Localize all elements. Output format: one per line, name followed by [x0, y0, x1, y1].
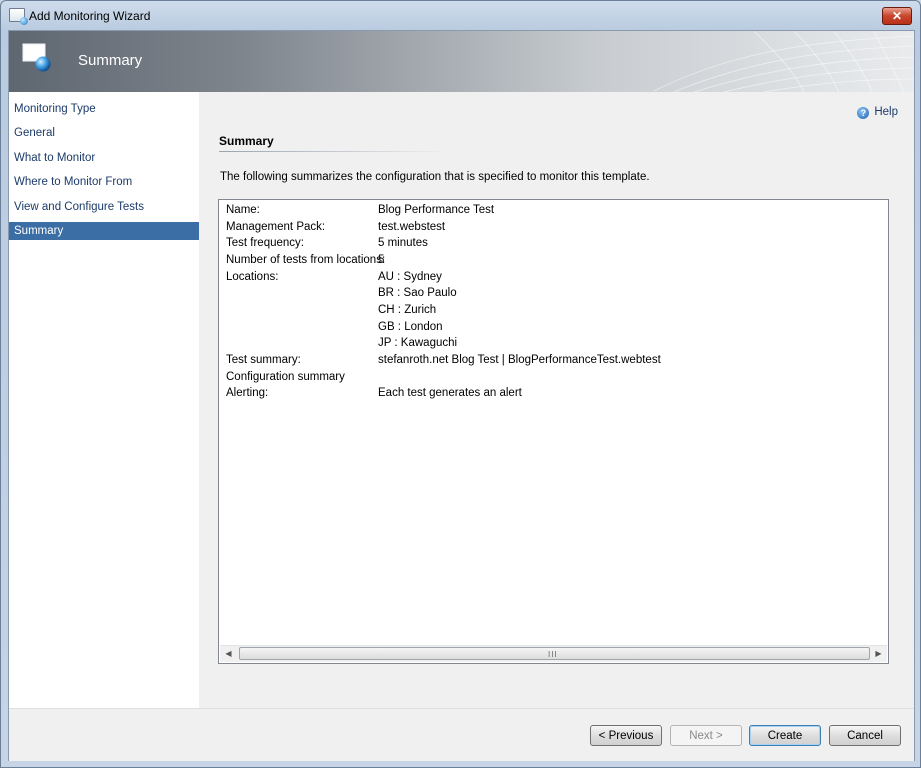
help-label: Help — [874, 106, 898, 118]
summary-key: Number of tests from locations: — [226, 254, 386, 266]
cancel-button[interactable]: Cancel — [829, 725, 901, 746]
wizard-button-bar: < Previous Next > Create Cancel — [9, 708, 914, 761]
banner-wave-art — [654, 31, 914, 92]
header-banner: Summary — [9, 31, 914, 92]
section-title: Summary — [219, 134, 274, 148]
summary-value: JP : Kawaguchi — [378, 337, 458, 349]
banner-title: Summary — [78, 52, 143, 69]
wizard-app-icon — [9, 8, 28, 25]
summary-value: CH : Zurich — [378, 304, 437, 316]
scrollbar-thumb[interactable]: III — [239, 647, 870, 660]
nav-step-general[interactable]: General — [9, 124, 199, 142]
wizard-step-nav: Monitoring Type General What to Monitor … — [9, 92, 199, 760]
summary-value: 5 — [378, 254, 385, 266]
summary-key: Locations: — [226, 271, 279, 283]
monitor-globe-icon — [21, 42, 51, 72]
summary-value: BR : Sao Paulo — [378, 287, 457, 299]
nav-step-view-and-configure-tests[interactable]: View and Configure Tests — [9, 198, 199, 216]
wizard-page-content: ? Help Summary The following summarizes t… — [199, 92, 914, 708]
summary-key: Alerting: — [226, 387, 269, 399]
summary-value: GB : London — [378, 321, 443, 333]
summary-text-box[interactable]: Name: Blog Performance Test Management Pa… — [218, 199, 889, 664]
wizard-window: Add Monitoring Wizard ✕ Summary Monitori… — [0, 0, 921, 768]
help-icon: ? — [857, 107, 870, 119]
window-title: Add Monitoring Wizard — [29, 9, 151, 23]
scroll-grip-icon: III — [548, 650, 558, 659]
create-button[interactable]: Create — [749, 725, 821, 746]
next-button[interactable]: Next > — [670, 725, 742, 746]
section-divider — [219, 151, 449, 152]
nav-step-monitoring-type[interactable]: Monitoring Type — [9, 100, 199, 118]
wizard-client-area: Summary Monitoring Type General What to … — [8, 30, 915, 761]
summary-value: 5 minutes — [378, 237, 428, 249]
summary-key: Name: — [226, 204, 260, 216]
summary-key: Configuration summary — [226, 371, 345, 383]
summary-value: Blog Performance Test — [378, 204, 495, 216]
nav-step-summary[interactable]: Summary — [9, 222, 199, 240]
summary-value: Each test generates an alert — [378, 387, 522, 399]
previous-button[interactable]: < Previous — [590, 725, 662, 746]
summary-value: stefanroth.net Blog Test | BlogPerforman… — [378, 354, 661, 366]
summary-key: Test summary: — [226, 354, 301, 366]
summary-key: Management Pack: — [226, 221, 326, 233]
scroll-left-icon[interactable]: ◀ — [220, 646, 237, 662]
title-bar[interactable]: Add Monitoring Wizard ✕ — [1, 1, 920, 31]
nav-step-what-to-monitor[interactable]: What to Monitor — [9, 149, 199, 167]
summary-value: AU : Sydney — [378, 271, 442, 283]
close-button[interactable]: ✕ — [882, 7, 912, 25]
summary-intro-text: The following summarizes the configurati… — [220, 171, 650, 183]
summary-value: test.webstest — [378, 221, 446, 233]
horizontal-scrollbar[interactable]: ◀ III ▶ — [220, 645, 887, 662]
help-link[interactable]: ? Help — [857, 106, 898, 119]
nav-step-where-to-monitor-from[interactable]: Where to Monitor From — [9, 173, 199, 191]
scroll-right-icon[interactable]: ▶ — [870, 646, 887, 662]
summary-key: Test frequency: — [226, 237, 304, 249]
